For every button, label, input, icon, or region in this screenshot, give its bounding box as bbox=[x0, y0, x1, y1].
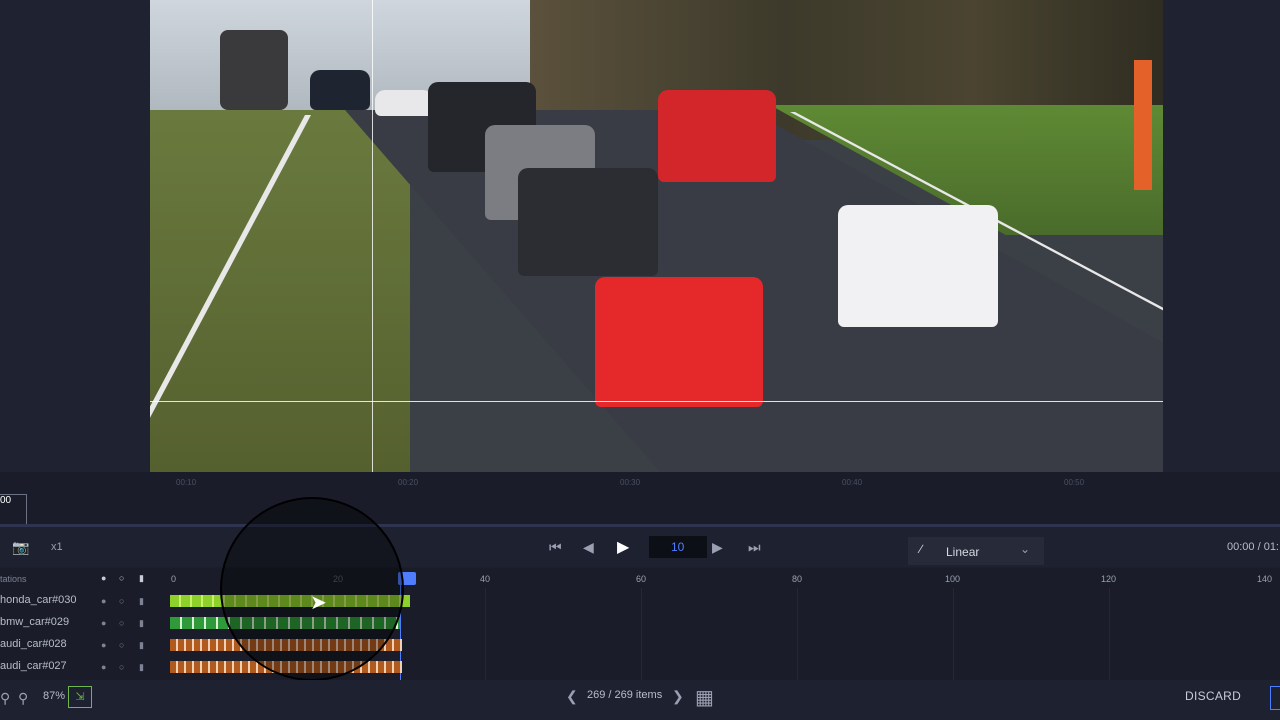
ruler-tick: 00:30 bbox=[620, 478, 641, 487]
car-red-far bbox=[658, 90, 776, 182]
play-icon[interactable]: ▶ bbox=[617, 537, 629, 557]
crosshair-horizontal bbox=[150, 401, 1163, 402]
car-audi-dark bbox=[518, 168, 658, 276]
car-far-blue bbox=[310, 70, 370, 110]
fit-screen-icon[interactable]: ⇲ bbox=[68, 686, 92, 708]
ruler-tick: 00:50 bbox=[1064, 478, 1085, 487]
skip-to-start-icon[interactable]: ⏮ bbox=[549, 539, 562, 556]
visibility-icon[interactable]: ● bbox=[101, 662, 111, 672]
speed-label[interactable]: x1 bbox=[51, 541, 63, 553]
lock-icon[interactable]: ▮ bbox=[139, 618, 149, 628]
axis-label: 60 bbox=[636, 574, 647, 584]
track-row[interactable]: audi_car#028 ● ○ ▮ bbox=[0, 634, 1280, 656]
step-back-icon[interactable]: ◀ bbox=[583, 539, 594, 556]
track-row[interactable]: bmw_car#029 ● ○ ▮ bbox=[0, 612, 1280, 634]
zoom-level: 87% bbox=[43, 690, 66, 702]
speed-sign bbox=[220, 30, 288, 110]
grid-view-icon[interactable]: ▦ bbox=[695, 685, 714, 710]
visibility-icon[interactable]: ● bbox=[101, 618, 111, 628]
chevron-left-icon[interactable]: ❮ bbox=[566, 688, 578, 705]
camera-icon[interactable]: 📷 bbox=[12, 539, 29, 556]
track-row[interactable]: honda_car#030 ● ○ ▮ bbox=[0, 590, 1280, 612]
chevron-down-icon: ⌄ bbox=[1020, 542, 1031, 556]
axis-label: 120 bbox=[1101, 574, 1117, 584]
tracks-header: tations bbox=[0, 574, 27, 584]
axis-label: 100 bbox=[945, 574, 961, 584]
timecode: 00:00 / 01: bbox=[1227, 541, 1279, 553]
outline-icon[interactable]: ○ bbox=[119, 640, 129, 650]
lock-icon[interactable]: ▮ bbox=[139, 596, 149, 606]
track-label: honda_car#030 bbox=[0, 594, 77, 606]
outline-icon[interactable]: ○ bbox=[119, 662, 129, 672]
ruler-tick: 00:40 bbox=[842, 478, 863, 487]
items-counter: 269 / 269 items bbox=[587, 689, 663, 701]
discard-button[interactable]: DISCARD bbox=[1185, 689, 1241, 703]
visibility-all-icon[interactable]: ● bbox=[101, 573, 106, 583]
magnifier-lens bbox=[220, 497, 404, 681]
track-row[interactable]: audi_car#027 ● ○ ▮ bbox=[0, 656, 1280, 678]
roadside-post bbox=[1134, 60, 1152, 190]
chevron-right-icon[interactable]: ❯ bbox=[672, 688, 684, 705]
zoom-in-icon[interactable]: ⚲ bbox=[18, 690, 28, 707]
car-audi-red bbox=[595, 277, 763, 407]
interpolation-select[interactable]: ∕ Linear ⌄ bbox=[908, 537, 1044, 565]
video-canvas-area[interactable] bbox=[0, 0, 1280, 472]
slash-icon: ∕ bbox=[920, 542, 923, 556]
axis-label: 40 bbox=[480, 574, 491, 584]
visibility-icon[interactable]: ● bbox=[101, 596, 111, 606]
zoom-out-icon[interactable]: ⚲ bbox=[0, 690, 10, 707]
outline-all-icon[interactable]: ○ bbox=[119, 573, 124, 583]
frame-number-input[interactable]: 10 bbox=[649, 536, 707, 558]
track-label: bmw_car#029 bbox=[0, 616, 70, 628]
interpolation-value: Linear bbox=[946, 545, 980, 559]
lock-icon[interactable]: ▮ bbox=[139, 640, 149, 650]
axis-label: 140 bbox=[1257, 574, 1273, 584]
zoom-box[interactable]: 00 bbox=[0, 494, 27, 526]
mouse-cursor-icon: ➤ bbox=[310, 592, 327, 614]
zoom-box-value: 00 bbox=[0, 495, 12, 506]
track-label: audi_car#028 bbox=[0, 638, 67, 650]
axis-label: 0 bbox=[171, 574, 177, 584]
ruler-tick: 00:10 bbox=[176, 478, 197, 487]
lock-icon[interactable]: ▮ bbox=[139, 662, 149, 672]
axis-label: 80 bbox=[792, 574, 803, 584]
ruler-tick: 00:20 bbox=[398, 478, 419, 487]
step-forward-icon[interactable]: ▶ bbox=[712, 539, 723, 556]
outline-icon[interactable]: ○ bbox=[119, 618, 129, 628]
car-far-white bbox=[375, 90, 433, 116]
lock-all-icon[interactable]: ▮ bbox=[139, 573, 144, 584]
car-white bbox=[838, 205, 998, 327]
skip-to-end-icon[interactable]: ⏭ bbox=[748, 539, 761, 556]
outline-icon[interactable]: ○ bbox=[119, 596, 129, 606]
track-label: audi_car#027 bbox=[0, 660, 67, 672]
playback-controls: 📷 x1 ⏮ ◀ ▶ ▶ ⏭ bbox=[0, 527, 1280, 567]
time-ruler[interactable]: 00:10 00:20 00:30 00:40 00:50 bbox=[0, 472, 1280, 524]
save-button-edge[interactable] bbox=[1270, 686, 1280, 710]
visibility-icon[interactable]: ● bbox=[101, 640, 111, 650]
